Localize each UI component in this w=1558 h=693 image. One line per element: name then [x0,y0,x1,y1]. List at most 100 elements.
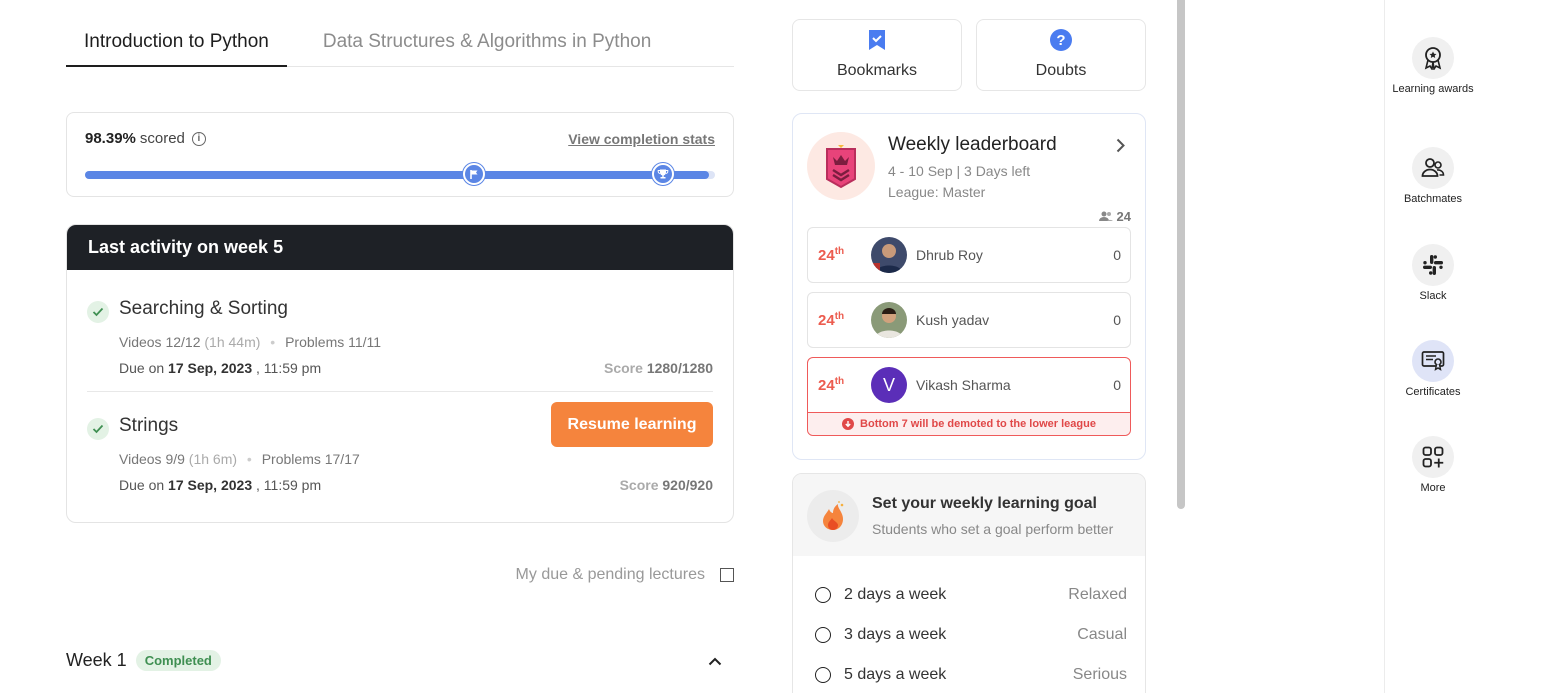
avatar: V [871,367,907,403]
leaderboard-name: Vikash Sharma [916,377,1011,393]
leaderboard-title: Weekly leaderboard [888,134,1057,155]
last-activity-card: Last activity on week 5 Searching & Sort… [66,224,734,523]
tab-dsa-in-python[interactable]: Data Structures & Algorithms in Python [305,20,669,67]
score-value: 920/920 [662,477,713,493]
score-line: 98.39% scored i [85,130,206,147]
last-activity-header: Last activity on week 5 [67,225,733,270]
rail-label: Learning awards [1392,83,1474,95]
doubts-button[interactable]: ? Doubts [976,19,1146,91]
due-date: 17 Sep, 2023 [168,360,253,376]
check-icon [87,301,109,323]
bookmark-icon [793,28,961,52]
goal-header: Set your weekly learning goal Students w… [793,474,1145,556]
league-badge-icon [807,132,875,200]
chevron-up-icon[interactable] [708,653,722,671]
certificate-icon [1412,340,1454,382]
score-label: Score [619,477,659,493]
chevron-right-icon[interactable] [1116,138,1125,158]
module-videos: Videos 12/12 [119,334,201,350]
module-title[interactable]: Strings [119,415,178,437]
tab-introduction-to-python[interactable]: Introduction to Python [66,20,287,67]
score-suffix: scored [139,130,185,147]
check-icon [87,418,109,440]
grid-plus-icon [1412,436,1454,478]
info-icon[interactable]: i [191,131,206,146]
rail-item-more[interactable]: More [1385,436,1481,495]
leaderboard-league: League: Master [888,184,986,200]
weekly-goal-card: Set your weekly learning goal Students w… [792,473,1146,693]
goal-option[interactable]: 3 days a week Casual [815,624,1127,646]
rail-item-learning-awards[interactable]: Learning awards [1385,37,1481,96]
resume-learning-button[interactable]: Resume learning [551,402,713,447]
trophy-milestone-icon [652,163,674,185]
module-item[interactable]: Strings Videos 9/9 (1h 6m) • Problems 17… [87,402,713,495]
question-icon: ? [977,28,1145,52]
score-value: 1280/1280 [646,360,713,376]
due-time: , 11:59 pm [256,477,322,493]
rail-item-batchmates[interactable]: Batchmates [1385,147,1481,206]
participants-count: 24 [1098,209,1131,224]
score-progress-bar [85,171,715,179]
module-problems: Problems 17/17 [261,451,360,467]
score-label: Score [604,360,643,376]
leaderboard-row[interactable]: 24th Kush yadav 0 [807,292,1131,348]
rail-item-certificates[interactable]: Certificates [1385,340,1481,399]
leaderboard-row[interactable]: 24th Dhrub Roy 0 [807,227,1131,283]
leaderboard-score: 0 [1113,247,1121,263]
radio-button[interactable] [815,627,831,643]
due-prefix: Due on [119,360,165,376]
bookmarks-button[interactable]: Bookmarks [792,19,962,91]
goal-title: Set your weekly learning goal [872,495,1097,512]
week-title: Week 1 [66,650,127,670]
due-time: , 11:59 pm [256,360,322,376]
rail-label: More [1420,482,1446,494]
status-badge: Completed [135,650,221,671]
leaderboard-subtitle: 4 - 10 Sep | 3 Days left [888,163,1031,179]
pending-lectures-checkbox[interactable] [720,568,734,582]
module-score: Score 1280/1280 [604,360,713,376]
module-video-time: (1h 6m) [188,451,238,467]
module-due: Due on 17 Sep, 2023 , 11:59 pm [119,360,321,376]
rank: 24th [818,311,845,329]
avatar [871,237,907,273]
pending-lectures-label: My due & pending lectures [515,566,705,583]
course-tabs: Introduction to Python Data Structures &… [66,20,734,67]
module-title[interactable]: Searching & Sorting [119,298,288,320]
goal-mode: Relaxed [1068,586,1127,603]
goal-days: 3 days a week [844,626,947,643]
due-date: 17 Sep, 2023 [168,477,253,493]
module-problems: Problems 11/11 [285,334,382,350]
scrollbar[interactable] [1177,0,1185,509]
goal-days: 5 days a week [844,666,947,683]
score-percent: 98.39% [85,130,136,147]
score-card: 98.39% scored i View completion stats [66,112,734,197]
demote-notice-text: Bottom 7 will be demoted to the lower le… [860,418,1096,430]
radio-button[interactable] [815,587,831,603]
goal-mode: Casual [1077,626,1127,643]
rail-label: Certificates [1405,386,1461,398]
view-completion-stats-link[interactable]: View completion stats [568,131,715,147]
rank: 24th [818,246,845,264]
leaderboard-score: 0 [1113,312,1121,328]
radio-button[interactable] [815,667,831,683]
rail-label: Slack [1419,290,1447,302]
award-icon [1412,37,1454,79]
leaderboard-row-current-user[interactable]: 24th V Vikash Sharma 0 Bottom 7 will be … [807,357,1131,436]
module-stats: Videos 12/12 (1h 44m) • Problems 11/11 [119,334,382,350]
bookmarks-label: Bookmarks [836,62,918,79]
slack-icon [1412,244,1454,286]
pending-lectures-filter[interactable]: My due & pending lectures [516,566,734,584]
module-videos: Videos 9/9 [119,451,185,467]
module-video-time: (1h 44m) [204,334,261,350]
people-icon [1098,211,1113,221]
goal-option[interactable]: 5 days a week Serious [815,664,1127,686]
demote-notice: Bottom 7 will be demoted to the lower le… [808,412,1130,435]
goal-option[interactable]: 2 days a week Relaxed [815,584,1127,606]
doubts-label: Doubts [1035,62,1087,79]
rail-item-slack[interactable]: Slack [1385,244,1481,303]
right-rail: Learning awards Batchmates Slack Certifi… [1384,0,1558,693]
weekly-leaderboard-card[interactable]: Weekly leaderboard 4 - 10 Sep | 3 Days l… [792,113,1146,460]
participants-count-value: 24 [1116,209,1131,224]
module-item[interactable]: Searching & Sorting Videos 12/12 (1h 44m… [87,298,713,392]
week-row[interactable]: Week 1 Completed [66,650,734,671]
